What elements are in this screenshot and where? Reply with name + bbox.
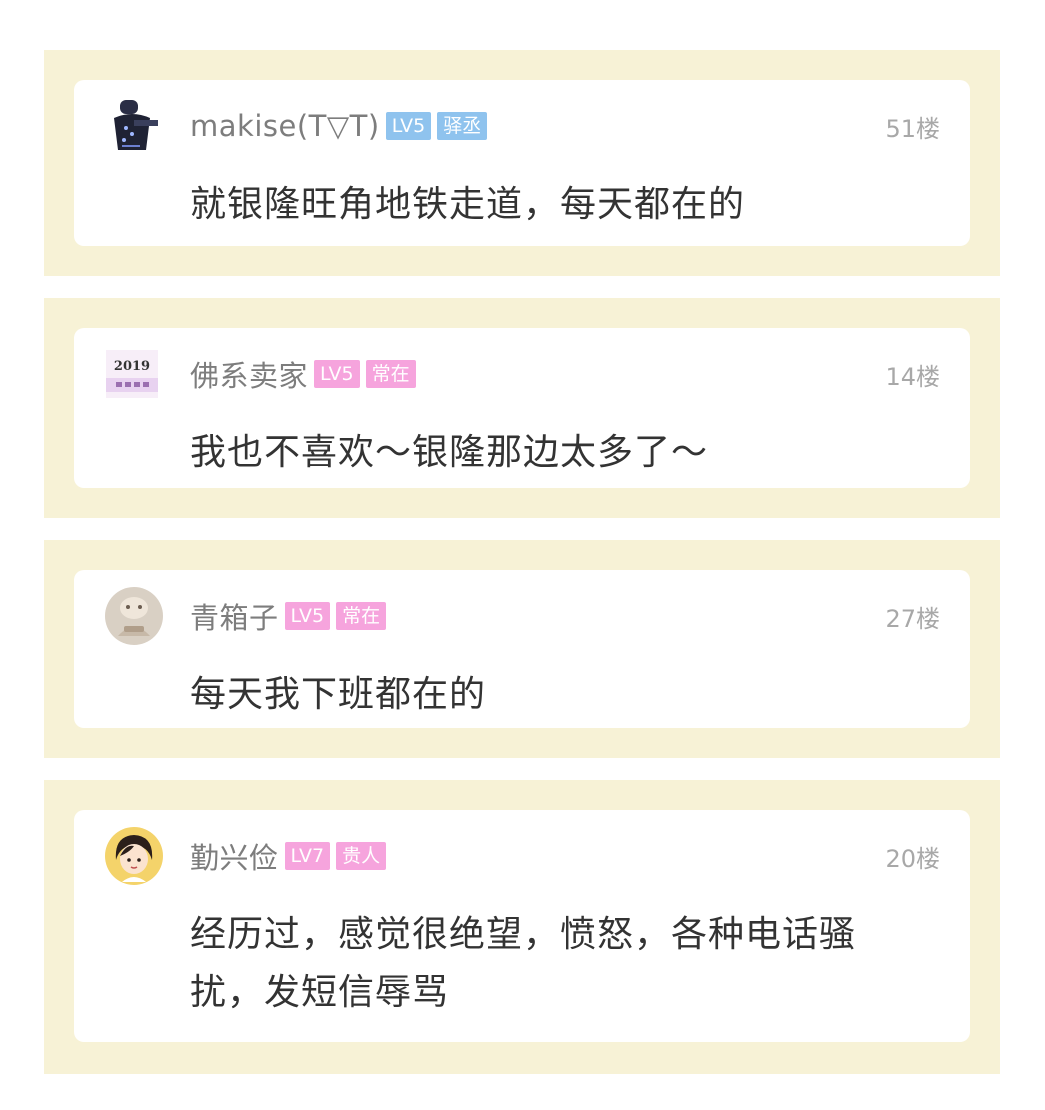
level-badge: LV5 [385,112,432,140]
floor-number: 27楼 [885,604,940,633]
username[interactable]: 佛系卖家 [190,353,308,395]
comment-card[interactable]: makise(T▽T) LV5 驿丞 51楼 就银隆旺角地铁走道，每天都在的 [74,80,970,246]
floor-number: 14楼 [885,362,940,391]
username[interactable]: 青箱子 [190,595,279,637]
calendar-2019-avatar-icon[interactable]: 2019 [104,346,160,402]
title-badge: 贵人 [336,842,387,870]
comment-header: makise(T▽T) LV5 驿丞 51楼 [190,106,940,146]
avatar-year-text: 2019 [114,359,150,374]
comment-text: 就银隆旺角地铁走道，每天都在的 [190,184,746,225]
level-badge: LV5 [314,360,360,388]
comment-card[interactable]: 2019 佛系卖家 LV5 常在 14楼 我也不喜欢～银隆那边太多了～ [74,328,970,488]
comment-text: 我也不喜欢～银隆那边太多了～ [190,432,709,473]
title-badge: 常在 [336,602,387,630]
comment-text: 每天我下班都在的 [190,674,487,715]
comment-text: 经历过，感觉很绝望，愤怒，各种电话骚扰，发短信辱骂 [190,914,857,1013]
comment-panel: makise(T▽T) LV5 驿丞 51楼 就银隆旺角地铁走道，每天都在的 [44,50,1000,276]
figure-avatar-icon[interactable] [104,98,160,154]
comment-header: 勤兴俭 LV7 贵人 20楼 [190,836,940,876]
round-photo-avatar-icon[interactable] [104,586,164,646]
title-badge: 驿丞 [437,112,488,140]
comment-header: 佛系卖家 LV5 常在 14楼 [190,354,940,394]
cartoon-girl-avatar-icon[interactable] [104,826,164,886]
username[interactable]: 勤兴俭 [190,835,279,877]
level-badge: LV5 [284,602,331,630]
comment-card[interactable]: 勤兴俭 LV7 贵人 20楼 经历过，感觉很绝望，愤怒，各种电话骚扰，发短信辱骂 [74,810,970,1042]
comment-panel: 青箱子 LV5 常在 27楼 每天我下班都在的 [44,540,1000,758]
title-badge: 常在 [365,360,416,388]
comment-panel: 勤兴俭 LV7 贵人 20楼 经历过，感觉很绝望，愤怒，各种电话骚扰，发短信辱骂 [44,780,1000,1074]
comment-panel: 2019 佛系卖家 LV5 常在 14楼 我也不喜欢～银隆那边太多了～ [44,298,1000,518]
comment-card[interactable]: 青箱子 LV5 常在 27楼 每天我下班都在的 [74,570,970,728]
comment-header: 青箱子 LV5 常在 27楼 [190,596,940,636]
floor-number: 51楼 [885,114,940,143]
username[interactable]: makise(T▽T) [190,109,380,143]
floor-number: 20楼 [885,844,940,873]
level-badge: LV7 [284,842,331,870]
